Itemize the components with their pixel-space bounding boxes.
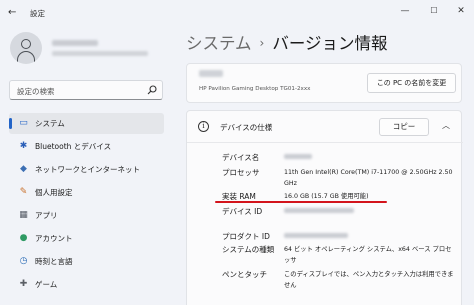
close-button[interactable]: ✕ [452, 4, 470, 18]
sidebar-item-label: システム [35, 119, 65, 128]
avatar[interactable] [10, 32, 42, 64]
globe-clock-icon: ◷ [19, 256, 28, 266]
sidebar-item-label: ゲーム [35, 280, 58, 289]
apps-icon: ▦ [19, 210, 28, 220]
breadcrumb: システム › バージョン情報 [186, 30, 388, 54]
rename-pc-button[interactable]: この PC の名前を変更 [367, 73, 456, 93]
account-icon: ● [19, 233, 28, 243]
bluetooth-icon: ✱ [19, 141, 28, 151]
breadcrumb-separator: › [259, 36, 265, 50]
sidebar-item-label: アプリ [35, 211, 58, 220]
sidebar-item-1[interactable]: ✱ Bluetooth とデバイス [9, 136, 164, 157]
sidebar-item-5[interactable]: ● アカウント [9, 228, 164, 249]
active-indicator [9, 118, 12, 129]
spec-label: デバイス名 [222, 153, 260, 162]
sidebar-item-label: ネットワークとインターネット [35, 165, 140, 174]
redacted-value [284, 233, 348, 238]
settings-window: ← 設定 — ☐ ✕ 設定の検索 ▭ システム ✱ Bluetooth とデバイス ◆ ネ… [0, 0, 474, 305]
spec-value[interactable]: 64 ビット オペレーティング システム、x64 ベース プロセッサ [284, 245, 456, 266]
device-specs-card: i デバイスの仕様 コピー ︿ デバイス名プロセッサ 11th Gen Intel… [186, 110, 463, 305]
sidebar-item-4[interactable]: ▦ アプリ [9, 205, 164, 226]
sidebar-item-label: 時刻と言語 [35, 257, 73, 266]
sidebar-item-6[interactable]: ◷ 時刻と言語 [9, 251, 164, 272]
breadcrumb-parent[interactable]: システム [186, 34, 252, 53]
spec-value[interactable]: 11th Gen Intel(R) Core(TM) i7-11700 @ 2.… [284, 168, 456, 189]
specs-title: デバイスの仕様 [220, 123, 273, 132]
spec-label: プロセッサ [222, 168, 260, 177]
wifi-icon: ◆ [20, 164, 27, 174]
sidebar-item-label: 個人用設定 [35, 188, 73, 197]
chevron-up-icon[interactable]: ︿ [441, 121, 451, 131]
search-box[interactable]: 設定の検索 [9, 80, 163, 100]
monitor-icon: ▭ [19, 118, 28, 128]
info-icon: i [198, 121, 209, 132]
profile-name-redacted [52, 40, 98, 46]
spec-value[interactable] [284, 232, 456, 243]
spec-label: システムの種類 [222, 245, 275, 254]
redacted-value [284, 208, 354, 213]
page-title: バージョン情報 [272, 34, 388, 53]
maximize-button[interactable]: ☐ [425, 4, 443, 18]
specs-header[interactable]: i デバイスの仕様 コピー ︿ [187, 111, 463, 143]
search-icon [147, 85, 157, 95]
redacted-value [284, 154, 312, 159]
sidebar-item-2[interactable]: ◆ ネットワークとインターネット [9, 159, 164, 180]
sidebar-item-label: アカウント [35, 234, 73, 243]
spec-value[interactable] [284, 207, 456, 218]
minimize-button[interactable]: — [396, 4, 414, 18]
profile-email-redacted [52, 51, 148, 56]
brush-icon: ✎ [19, 187, 28, 197]
spec-value[interactable]: このディスプレイでは、ペン入力とタッチ入力は利用できません [284, 270, 456, 291]
spec-value[interactable] [284, 153, 456, 164]
device-model: HP Pavilion Gaming Desktop TG01-2xxx [199, 86, 311, 92]
user-body-shape [17, 51, 35, 63]
search-input[interactable]: 設定の検索 [17, 86, 55, 97]
back-arrow-icon[interactable]: ← [8, 7, 20, 19]
window-title: 設定 [30, 9, 45, 18]
sidebar-item-7[interactable]: ✚ ゲーム [9, 274, 164, 295]
spec-label: デバイス ID [222, 207, 263, 216]
sidebar-item-3[interactable]: ✎ 個人用設定 [9, 182, 164, 203]
user-head-shape [21, 39, 31, 49]
sidebar-item-0[interactable]: ▭ システム [9, 113, 164, 134]
device-name-redacted [199, 70, 223, 77]
sidebar-item-label: Bluetooth とデバイス [35, 142, 112, 151]
title-bar: ← 設定 — ☐ ✕ [0, 0, 474, 26]
spec-label: ペンとタッチ [222, 270, 267, 279]
spec-label: プロダクト ID [222, 232, 270, 241]
copy-button[interactable]: コピー [379, 118, 429, 136]
gamepad-icon: ✚ [19, 279, 28, 289]
device-card: HP Pavilion Gaming Desktop TG01-2xxx この … [186, 63, 462, 103]
